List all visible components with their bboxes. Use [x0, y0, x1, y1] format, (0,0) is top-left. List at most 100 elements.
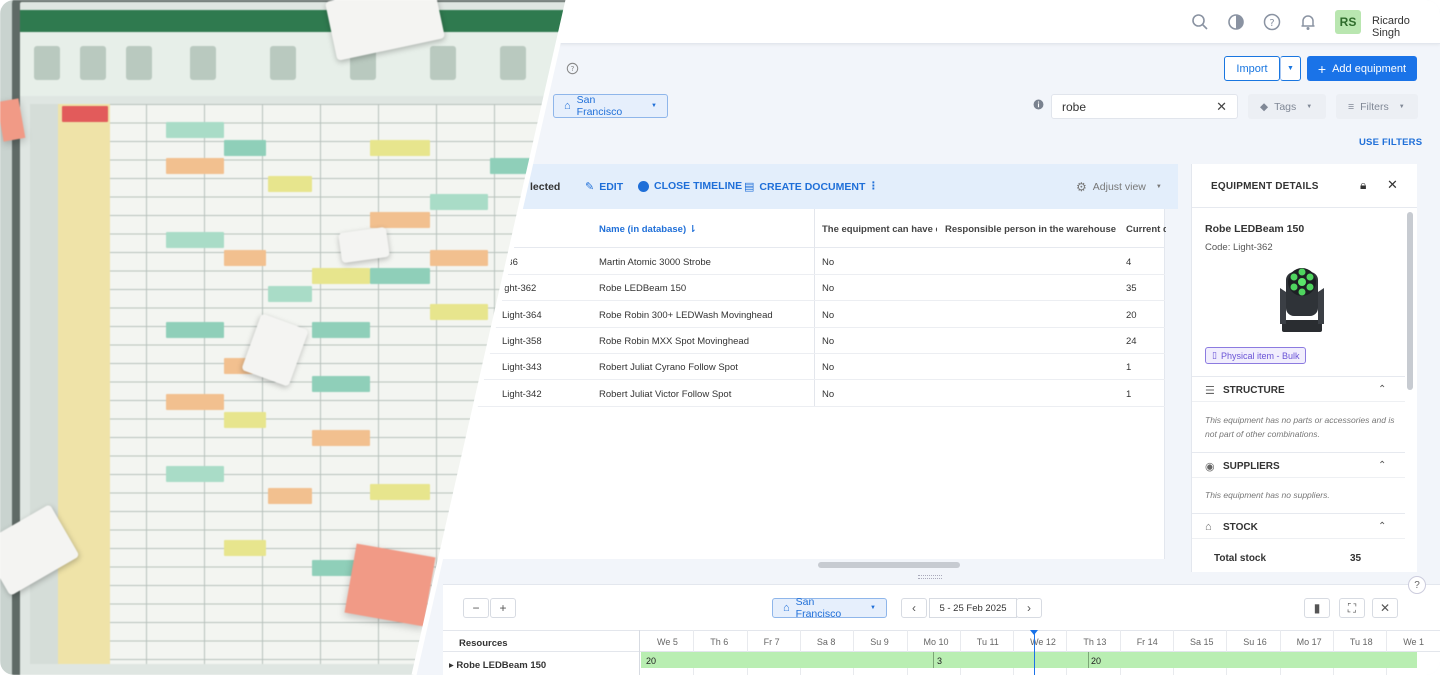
date-range: 5 - 25 Feb 2025 — [929, 598, 1017, 618]
bell-icon[interactable] — [1298, 12, 1318, 32]
help-icon[interactable]: ? — [1262, 12, 1282, 32]
availability-value: 20 — [1091, 656, 1102, 666]
timeline-day-label: Tu 18 — [1349, 637, 1373, 647]
suppliers-section-header[interactable]: ◉ SUPPLIERS ⌃ — [1192, 452, 1405, 478]
spreadsheet-column-a — [58, 104, 110, 664]
availability-bar[interactable] — [641, 652, 1417, 668]
cell-name: Martin Atomic 3000 Strobe — [599, 257, 711, 268]
table-row[interactable]: 336 Martin Atomic 3000 Strobe No 4 — [440, 249, 1165, 275]
spreadsheet-cell — [312, 268, 370, 284]
previous-period-button[interactable]: ‹ — [901, 598, 927, 618]
search-field[interactable]: ✕ — [1051, 94, 1238, 119]
screenshot-stage: ? RS Ricardo Singh ? Import ▼ + Add equi… — [0, 0, 1440, 675]
spreadsheet-cell — [166, 232, 224, 248]
import-dropdown-button[interactable]: ▼ — [1280, 56, 1301, 81]
stock-section-header[interactable]: ⌂ STOCK ⌃ — [1192, 513, 1405, 539]
spreadsheet-cell — [224, 540, 266, 556]
horizontal-scrollbar[interactable] — [818, 562, 960, 568]
svg-text:?: ? — [1269, 18, 1274, 29]
spreadsheet-cell — [224, 140, 266, 156]
create-document-button[interactable]: ▤ CREATE DOCUMENT — [744, 180, 865, 194]
tags-filter[interactable]: ◆ Tags ▼ — [1248, 94, 1326, 119]
timeline-day-label: We 1 — [1403, 637, 1425, 647]
zoom-out-button[interactable]: − — [463, 598, 489, 618]
timeline-day-label: Fr 14 — [1136, 637, 1158, 647]
spreadsheet-cell — [370, 268, 430, 284]
spreadsheet-cell — [268, 176, 312, 192]
user-name[interactable]: Ricardo Singh — [1372, 15, 1440, 39]
column-header-name[interactable]: Name (in database) ⇂ — [599, 224, 697, 235]
location-selector[interactable]: ⌂ San Francisco ▼ — [553, 94, 668, 118]
cell-name: Robe Robin MXX Spot Movinghead — [599, 335, 749, 347]
details-scrollbar[interactable] — [1407, 212, 1413, 390]
search-input[interactable] — [1062, 99, 1202, 114]
structure-title: STRUCTURE — [1223, 385, 1285, 396]
cell-quantity: 35 — [1126, 283, 1137, 295]
close-timeline-icon[interactable]: ✕ — [1372, 598, 1398, 618]
details-header: EQUIPMENT DETAILS 🔒︎ ✕ — [1192, 164, 1417, 208]
add-equipment-button[interactable]: + Add equipment — [1307, 56, 1417, 81]
timeline-header: Resources We 5 Th 6 Fr 7 Sa 8 Su 9 Mo 10 Tu 11… — [443, 630, 1440, 652]
theme-icon[interactable] — [1226, 12, 1246, 32]
user-circle-icon: ◉ — [1205, 461, 1215, 473]
cell-name: Robert Juliat Cyrano Follow Spot — [599, 362, 738, 374]
use-filters-link[interactable]: USE FILTERS — [1359, 137, 1422, 148]
table-row[interactable]: Light-342 Robert Juliat Victor Follow Spo… — [440, 381, 1165, 407]
total-stock-value: 35 — [1350, 553, 1362, 564]
lock-icon[interactable]: 🔒︎ — [1360, 178, 1366, 193]
spreadsheet-ribbon — [20, 10, 568, 96]
info-icon[interactable] — [1033, 99, 1044, 110]
spreadsheet-cell — [224, 250, 266, 266]
floating-help-icon[interactable]: ? — [1408, 576, 1426, 594]
spreadsheet-cell — [166, 394, 224, 410]
next-period-button[interactable]: › — [1016, 598, 1042, 618]
spreadsheet-cell — [312, 322, 370, 338]
tags-label: Tags — [1274, 100, 1297, 113]
printer-icon: ▤ — [744, 181, 755, 193]
avatar[interactable]: RS — [1335, 10, 1361, 34]
page-help-icon[interactable]: ? — [566, 62, 579, 75]
search-icon[interactable] — [1190, 12, 1210, 32]
timeline-day-label: Mo 10 — [923, 637, 949, 647]
cell-quantity: 24 — [1126, 335, 1137, 347]
structure-section-header[interactable]: ☰ STRUCTURE ⌃ — [1192, 376, 1405, 402]
filters-dropdown[interactable]: ≡ Filters ▼ — [1336, 94, 1418, 119]
timeline-location-selector[interactable]: ⌂ San Francisco ▼ — [772, 596, 887, 620]
timeline-resource-row[interactable]: ▸ Robe LEDBeam 150 — [449, 660, 546, 671]
column-header-combination[interactable]: The equipment can have co — [822, 224, 937, 235]
add-equipment-label: Add equipment — [1332, 62, 1407, 75]
cell-combination: No — [822, 283, 835, 295]
close-timeline-label: CLOSE TIMELINE — [654, 180, 743, 192]
zoom-in-button[interactable]: + — [490, 598, 516, 618]
sticky-note — [344, 543, 436, 627]
equipment-image — [1280, 268, 1324, 332]
warehouse-icon: ⌂ — [1205, 521, 1212, 533]
clear-search-icon[interactable]: ✕ — [1216, 99, 1227, 115]
selected-count: lected — [530, 181, 561, 193]
availability-value: 20 — [646, 656, 657, 666]
list-icon: ☰ — [1205, 385, 1215, 397]
column-header-responsible[interactable]: Responsible person in the warehouse — [945, 224, 1116, 235]
table-row[interactable]: Light-343 Robert Juliat Cyrano Follow Spo… — [440, 354, 1165, 381]
timeline-panel: − + ⌂ San Francisco ▼ ‹ 5 - 25 Feb 2025 … — [443, 584, 1440, 675]
edit-button[interactable]: ✎ EDIT — [585, 180, 623, 194]
details-title: EQUIPMENT DETAILS — [1211, 181, 1319, 192]
warehouse-icon: ⌂ — [564, 100, 571, 112]
caret-down-icon: ▼ — [651, 103, 657, 109]
column-header-quantity[interactable]: Current quan — [1126, 224, 1166, 235]
clock-icon — [638, 180, 649, 192]
close-icon[interactable]: ✕ — [1387, 177, 1398, 193]
table-row[interactable]: ight-362 Robe LEDBeam 150 No 35 — [440, 275, 1165, 302]
import-button[interactable]: Import — [1224, 56, 1280, 81]
fullscreen-icon[interactable]: ⛶ — [1339, 598, 1365, 618]
more-options-icon[interactable]: ⋮ — [868, 180, 879, 192]
spreadsheet-cell — [166, 466, 224, 482]
table-row[interactable]: Light-364 Robe Robin 300+ LEDWash Movingh… — [440, 302, 1165, 328]
map-icon[interactable]: ▮ — [1304, 598, 1330, 618]
spreadsheet-cell — [430, 304, 488, 320]
table-row[interactable]: Light-358 Robe Robin MXX Spot Movinghead N… — [440, 328, 1165, 354]
close-timeline-button[interactable]: CLOSE TIMELINE — [638, 180, 742, 192]
resize-handle[interactable] — [918, 575, 942, 579]
adjust-view-button[interactable]: ⚙ Adjust view ▼ — [1076, 180, 1162, 194]
timeline-location-label: San Francisco — [795, 596, 842, 620]
